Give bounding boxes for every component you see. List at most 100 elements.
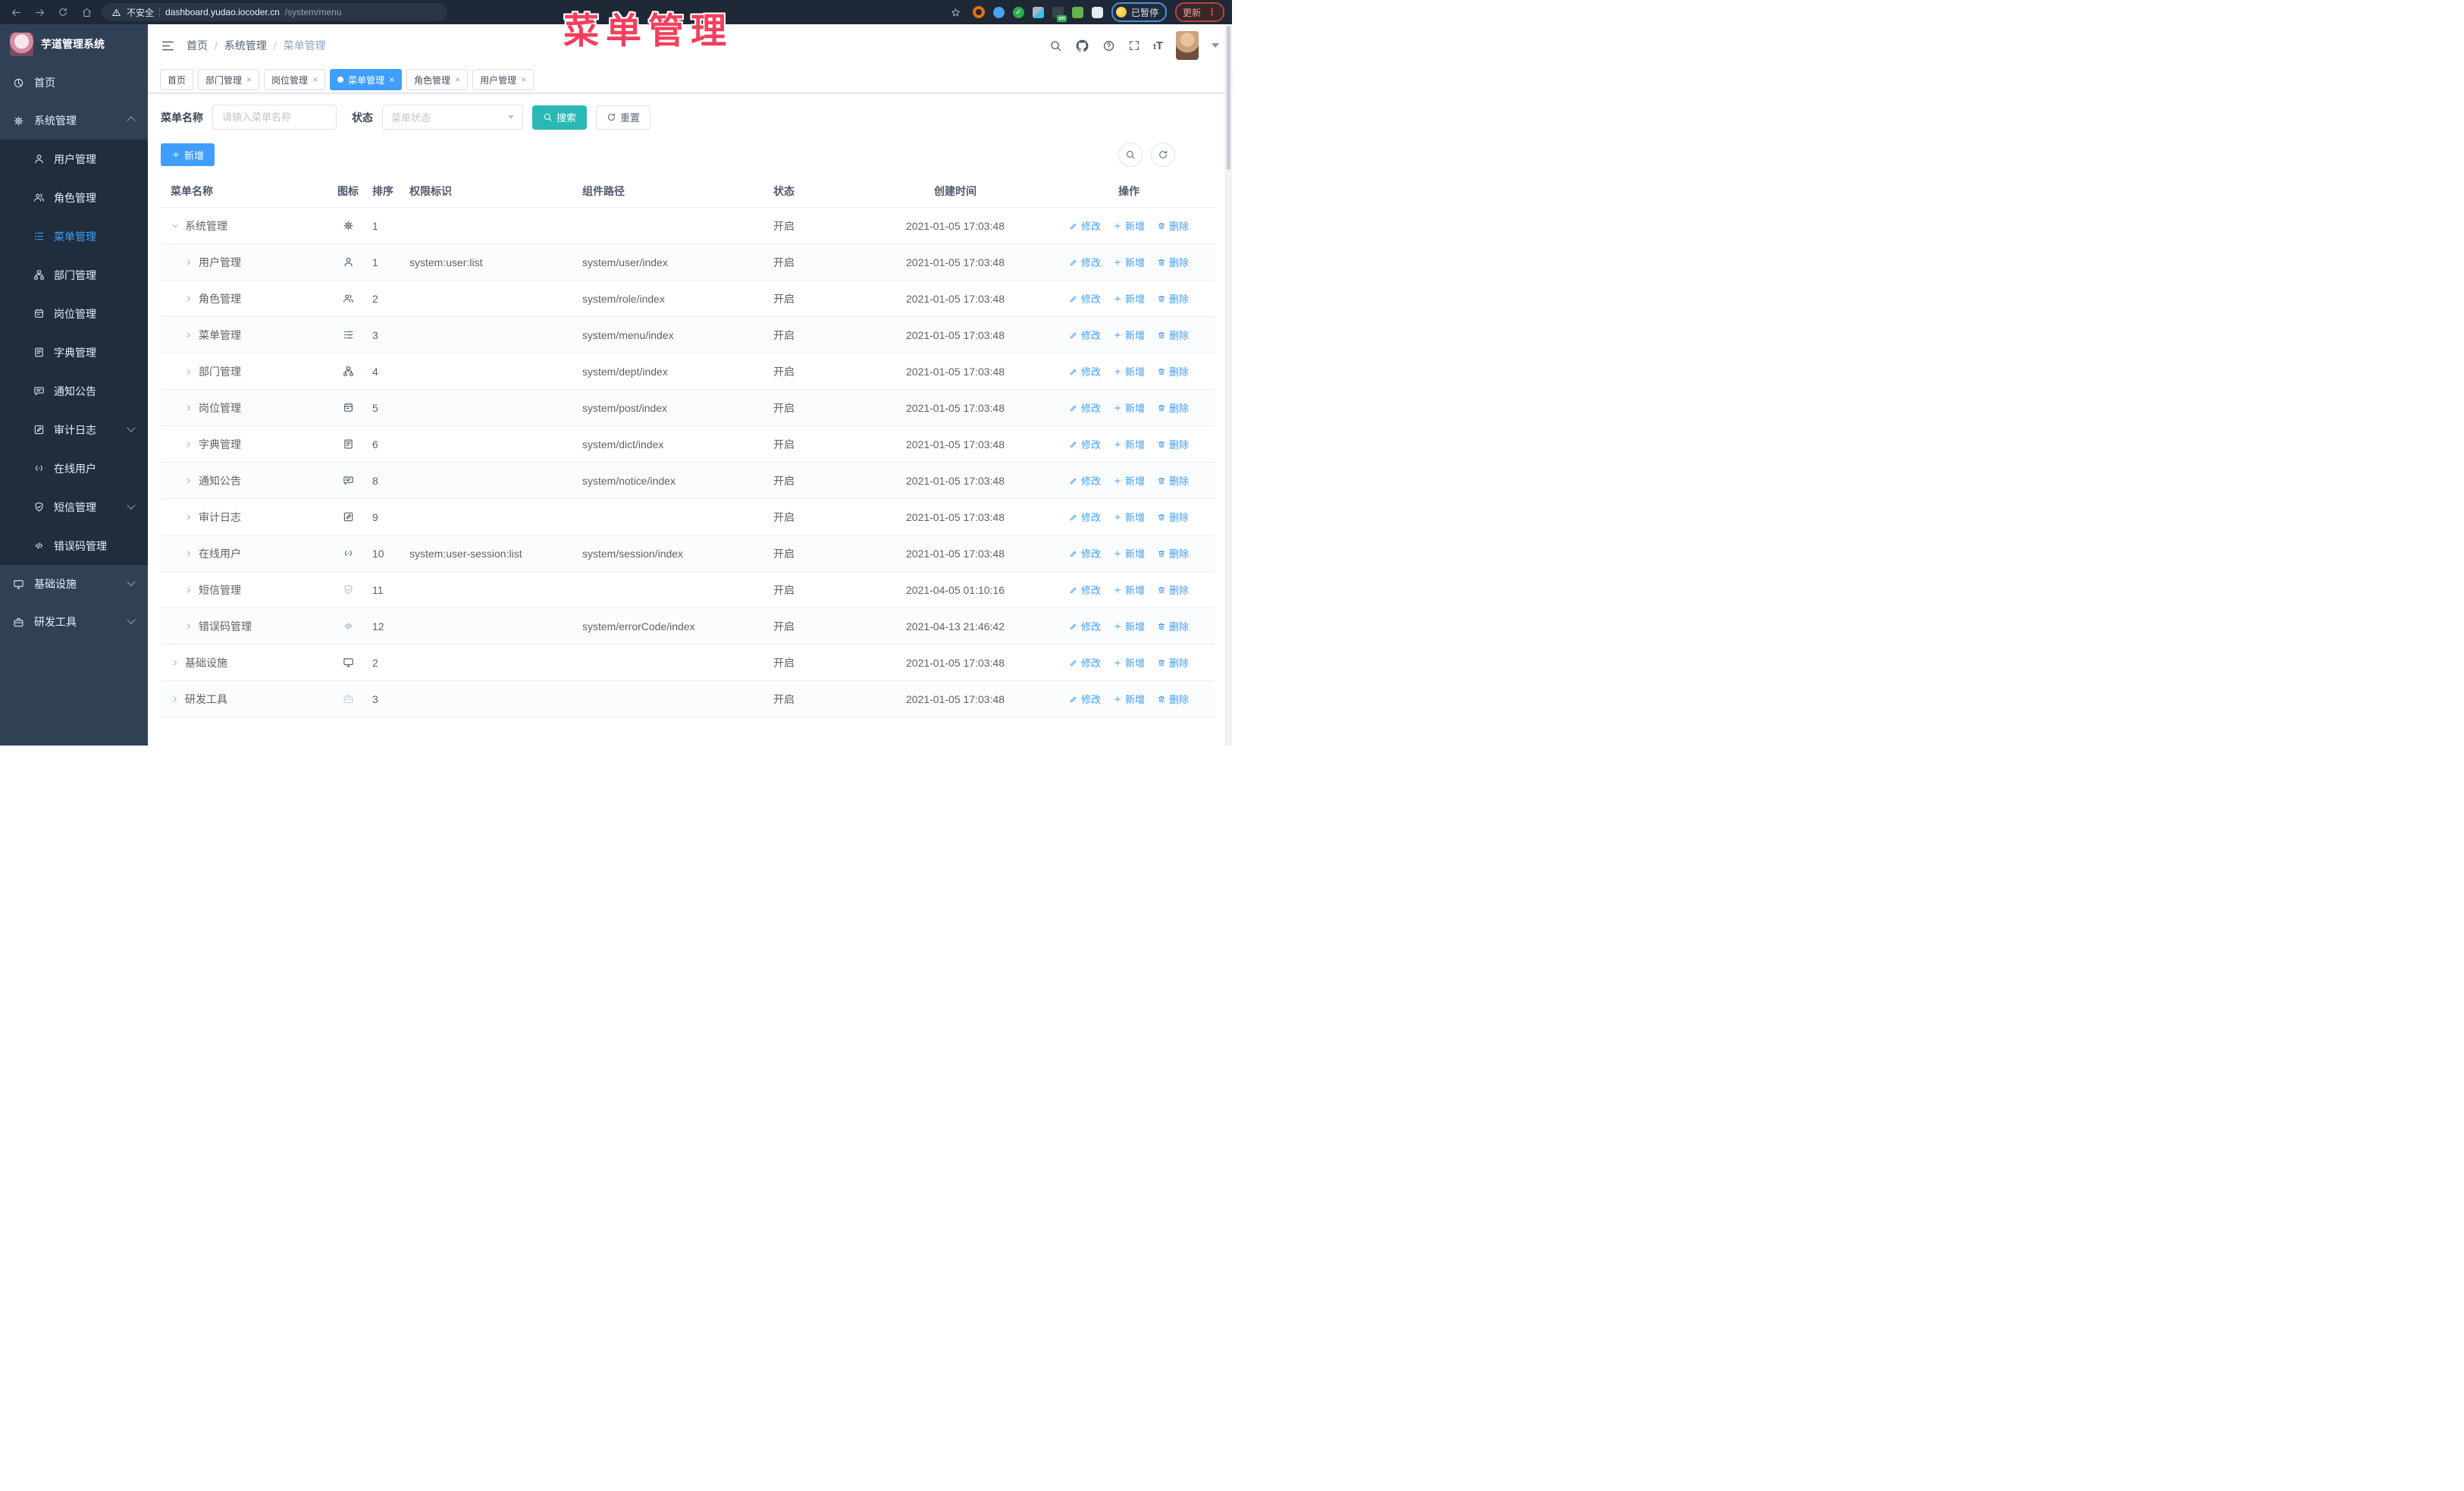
sidebar-item-3[interactable]: 角色管理 [0, 178, 148, 217]
expand-arrow[interactable] [184, 403, 193, 413]
delete-link[interactable]: 删除 [1157, 546, 1189, 560]
add-link[interactable]: 新增 [1113, 291, 1145, 306]
edit-link[interactable]: 修改 [1069, 218, 1101, 233]
edit-link[interactable]: 修改 [1069, 400, 1101, 415]
delete-link[interactable]: 删除 [1157, 619, 1189, 633]
delete-link[interactable]: 删除 [1157, 510, 1189, 524]
edit-link[interactable]: 修改 [1069, 655, 1101, 670]
pin-icon[interactable] [992, 6, 1005, 18]
kebab-menu-icon[interactable]: ⋮ [1207, 6, 1217, 18]
check-icon[interactable] [1012, 6, 1024, 18]
tab-3[interactable]: 菜单管理 × [330, 69, 403, 90]
add-link[interactable]: 新增 [1113, 218, 1145, 233]
show-search-button[interactable] [1118, 143, 1143, 167]
ring-icon[interactable] [972, 6, 985, 18]
delete-link[interactable]: 删除 [1157, 218, 1189, 233]
edit-link[interactable]: 修改 [1069, 364, 1101, 378]
expand-arrow[interactable] [171, 695, 180, 704]
edit-link[interactable]: 修改 [1069, 255, 1101, 269]
edit-link[interactable]: 修改 [1069, 619, 1101, 633]
address-bar[interactable]: 不安全 dashboard.yudao.iocoder.cn/system/me… [102, 3, 447, 21]
sidebar-item-6[interactable]: 岗位管理 [0, 294, 148, 333]
delete-link[interactable]: 删除 [1157, 291, 1189, 306]
expand-arrow[interactable] [184, 440, 193, 449]
search-button[interactable]: 搜索 [532, 105, 588, 130]
delete-link[interactable]: 删除 [1157, 582, 1189, 597]
github-icon[interactable] [1075, 39, 1089, 53]
sidebar-item-10[interactable]: 在线用户 [0, 449, 148, 488]
sidebar-item-13[interactable]: 基础设施 [0, 565, 148, 603]
fullscreen-icon[interactable] [1128, 39, 1140, 52]
menu-name-input[interactable] [212, 105, 337, 130]
delete-link[interactable]: 删除 [1157, 692, 1189, 706]
breadcrumb-item-1[interactable]: 系统管理 [224, 38, 267, 53]
add-link[interactable]: 新增 [1113, 655, 1145, 670]
edit-link[interactable]: 修改 [1069, 692, 1101, 706]
expand-arrow[interactable] [184, 549, 193, 558]
close-icon[interactable]: × [389, 75, 394, 84]
edit-link[interactable]: 修改 [1069, 510, 1101, 524]
logo-row[interactable]: 芋道管理系统 [0, 24, 148, 64]
sidebar-item-7[interactable]: 字典管理 [0, 333, 148, 372]
puzzle-icon[interactable] [1091, 6, 1103, 18]
robot-icon[interactable] [1071, 6, 1083, 18]
close-icon[interactable]: × [312, 75, 318, 84]
tab-2[interactable]: 岗位管理 × [264, 69, 326, 90]
close-icon[interactable]: × [521, 75, 526, 84]
expand-arrow[interactable] [171, 658, 180, 667]
tab-4[interactable]: 角色管理 × [406, 69, 469, 90]
close-icon[interactable]: × [246, 75, 252, 84]
sidebar-item-14[interactable]: 研发工具 [0, 603, 148, 641]
sidebar-item-9[interactable]: 审计日志 [0, 410, 148, 449]
bookmark-star-icon[interactable] [948, 4, 964, 20]
expand-arrow[interactable] [184, 585, 193, 595]
add-link[interactable]: 新增 [1113, 546, 1145, 560]
expand-arrow[interactable] [171, 221, 180, 231]
expand-arrow[interactable] [184, 622, 193, 631]
add-link[interactable]: 新增 [1113, 473, 1145, 488]
add-link[interactable]: 新增 [1113, 328, 1145, 342]
browser-forward-icon[interactable] [31, 4, 48, 20]
expand-arrow[interactable] [184, 513, 193, 522]
chevron-down-icon[interactable] [1212, 43, 1219, 48]
search-icon[interactable] [1049, 39, 1062, 52]
add-link[interactable]: 新增 [1113, 255, 1145, 269]
sidebar-item-0[interactable]: 首页 [0, 64, 148, 102]
sidebar-item-4[interactable]: 菜单管理 [0, 217, 148, 256]
font-size-icon[interactable]: tT [1153, 39, 1163, 52]
delete-link[interactable]: 删除 [1157, 328, 1189, 342]
hamburger-icon[interactable] [161, 39, 175, 53]
expand-arrow[interactable] [184, 258, 193, 267]
close-icon[interactable]: × [455, 75, 460, 84]
help-icon[interactable] [1102, 39, 1115, 52]
add-button[interactable]: 新增 [161, 143, 215, 166]
expand-arrow[interactable] [184, 294, 193, 303]
edit-link[interactable]: 修改 [1069, 328, 1101, 342]
breadcrumb-item-0[interactable]: 首页 [187, 38, 208, 53]
add-link[interactable]: 新增 [1113, 510, 1145, 524]
sidebar-item-1[interactable]: 系统管理 [0, 102, 148, 140]
add-link[interactable]: 新增 [1113, 692, 1145, 706]
sidebar-item-12[interactable]: 错误码管理 [0, 526, 148, 565]
reset-button[interactable]: 重置 [596, 105, 651, 130]
edit-link[interactable]: 修改 [1069, 473, 1101, 488]
add-link[interactable]: 新增 [1113, 582, 1145, 597]
delete-link[interactable]: 删除 [1157, 655, 1189, 670]
update-button[interactable]: 更新 ⋮ [1174, 2, 1224, 22]
delete-link[interactable]: 删除 [1157, 437, 1189, 451]
status-select[interactable]: 菜单状态 [382, 105, 523, 130]
edit-link[interactable]: 修改 [1069, 437, 1101, 451]
browser-back-icon[interactable] [8, 4, 24, 20]
list-on-icon[interactable]: on [1052, 6, 1067, 22]
delete-link[interactable]: 删除 [1157, 364, 1189, 378]
expand-arrow[interactable] [184, 476, 193, 485]
add-link[interactable]: 新增 [1113, 364, 1145, 378]
edit-link[interactable]: 修改 [1069, 291, 1101, 306]
expand-arrow[interactable] [184, 367, 193, 376]
add-link[interactable]: 新增 [1113, 400, 1145, 415]
delete-link[interactable]: 删除 [1157, 400, 1189, 415]
tab-1[interactable]: 部门管理 × [198, 69, 260, 90]
edit-link[interactable]: 修改 [1069, 582, 1101, 597]
sidebar-item-5[interactable]: 部门管理 [0, 256, 148, 294]
paused-badge[interactable]: 已暂停 [1111, 2, 1167, 22]
